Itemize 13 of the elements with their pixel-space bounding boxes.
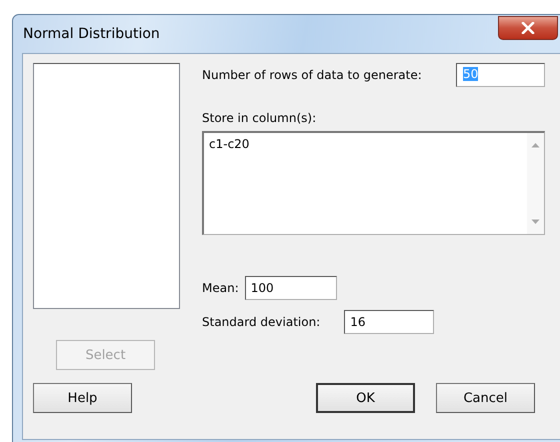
cancel-button[interactable]: Cancel [436,383,535,413]
standard-deviation-input-field[interactable]: 16 [344,310,434,334]
rows-label: Number of rows of data to generate: [202,68,422,82]
mean-input-field[interactable]: 100 [244,276,337,300]
window-title: Normal Distribution [23,26,160,42]
standard-deviation-label: Standard deviation: [202,315,320,329]
ok-button[interactable]: OK [316,383,415,413]
help-button[interactable]: Help [33,383,132,413]
close-button[interactable] [498,16,558,40]
mean-label: Mean: [202,281,239,295]
store-label: Store in column(s): [202,111,318,125]
variables-list[interactable] [33,63,180,309]
close-icon [521,22,535,34]
